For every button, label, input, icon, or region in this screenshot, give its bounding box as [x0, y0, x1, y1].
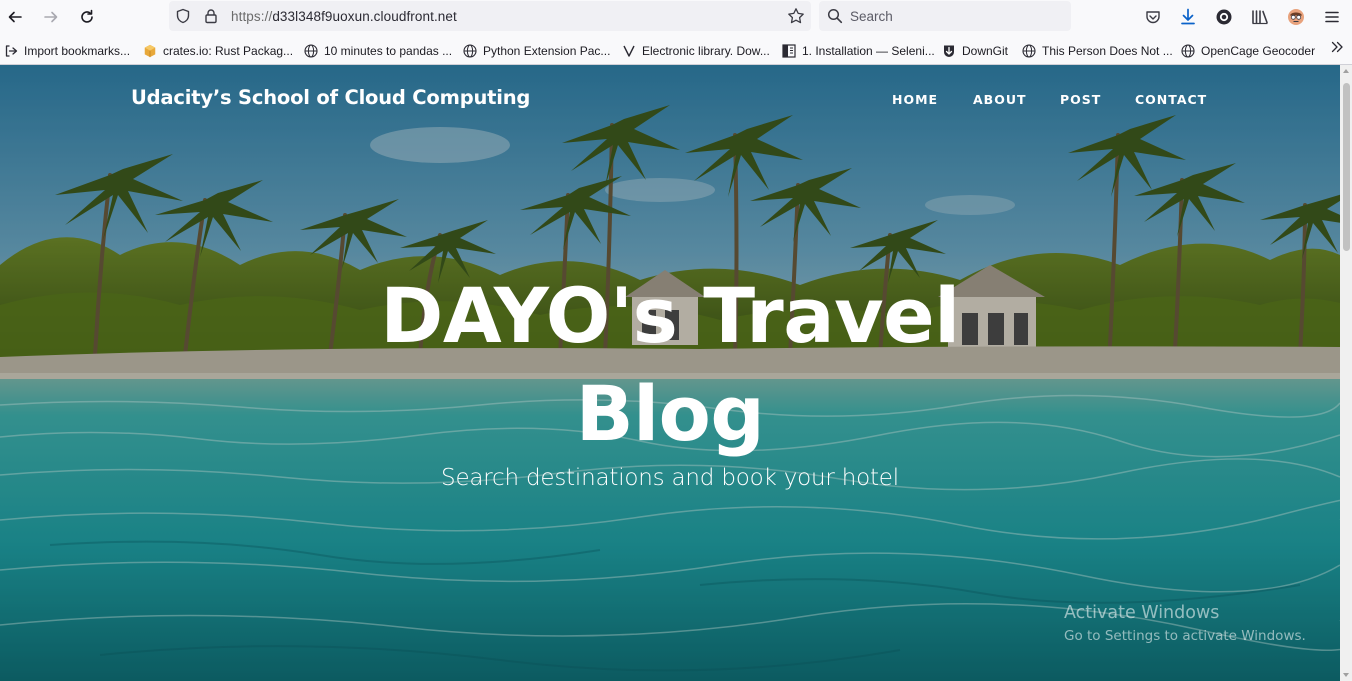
site-brand-link[interactable]: Udacity’s School of Cloud Computing: [131, 86, 530, 109]
bookmark-label: This Person Does Not ...: [1042, 43, 1173, 58]
page-viewport: Udacity’s School of Cloud Computing HOME…: [0, 65, 1340, 681]
page-heading-line2: Blog: [575, 369, 765, 458]
lock-icon[interactable]: [204, 8, 218, 24]
nav-post-link[interactable]: POST: [1060, 92, 1101, 107]
bookmark-label: crates.io: Rust Packag...: [163, 43, 294, 58]
forward-button[interactable]: [38, 4, 64, 30]
bookmark-item[interactable]: This Person Does Not ...: [1022, 42, 1173, 59]
forward-icon: [44, 11, 58, 23]
hero-header: Udacity’s School of Cloud Computing HOME…: [0, 65, 1340, 681]
menu-icon: [1325, 11, 1339, 23]
bookmark-item[interactable]: 10 minutes to pandas ...: [304, 42, 452, 59]
url-scheme: https://: [231, 9, 273, 24]
profile-button[interactable]: [1284, 5, 1308, 29]
download-icon: [1181, 8, 1195, 25]
search-icon: [827, 8, 843, 24]
activate-windows-hint: Go to Settings to activate Windows.: [1064, 628, 1306, 644]
scroll-up-arrow-icon[interactable]: [1343, 69, 1349, 73]
activate-windows-title: Activate Windows: [1064, 603, 1220, 623]
back-icon: [8, 11, 22, 23]
pocket-button[interactable]: [1141, 5, 1165, 29]
bookmark-item[interactable]: crates.io: Rust Packag...: [143, 42, 293, 59]
bookmark-label: Import bookmarks...: [24, 43, 131, 58]
url-host: d33l348f9uoxun.cloudfront.net: [272, 9, 457, 24]
bookmark-item[interactable]: 1. Installation — Seleni...: [782, 42, 935, 59]
downgit-icon: [942, 44, 956, 58]
bookmark-item[interactable]: DownGit: [942, 42, 1008, 59]
page-subheading: Search destinations and book your hotel: [441, 465, 899, 491]
nav-about-link[interactable]: ABOUT: [973, 92, 1027, 107]
browser-toolbar: https://d33l348f9uoxun.cloudfront.net Se…: [0, 0, 1352, 35]
app-menu-button[interactable]: [1320, 5, 1344, 29]
bookmark-label: 10 minutes to pandas ...: [324, 43, 453, 58]
globe-icon: [1181, 43, 1195, 58]
extension-button[interactable]: [1212, 5, 1236, 29]
zlib-icon: [622, 44, 636, 58]
downloads-button[interactable]: [1176, 5, 1200, 29]
chevron-double-right-icon: [1331, 41, 1343, 53]
scroll-down-arrow-icon[interactable]: [1343, 673, 1349, 677]
reload-icon: [81, 9, 93, 23]
search-placeholder: Search: [850, 9, 893, 24]
globe-icon: [463, 43, 477, 58]
bookmark-label: DownGit: [962, 43, 1009, 58]
bookmark-star-icon[interactable]: [787, 7, 805, 25]
crates-icon: [143, 44, 157, 58]
bookmark-item[interactable]: Electronic library. Dow...: [622, 42, 770, 59]
shield-icon[interactable]: [175, 8, 191, 24]
search-bar[interactable]: Search: [819, 1, 1071, 31]
scrollbar-thumb[interactable]: [1343, 83, 1350, 251]
globe-icon: [304, 43, 318, 58]
library-button[interactable]: [1248, 5, 1272, 29]
page-scrollbar[interactable]: [1340, 65, 1352, 681]
pocket-icon: [1146, 11, 1160, 24]
globe-icon: [1022, 43, 1036, 58]
bookmark-item[interactable]: OpenCage Geocoder: [1181, 42, 1315, 59]
profile-icon: [1288, 9, 1304, 25]
bookmark-label: OpenCage Geocoder: [1201, 43, 1316, 58]
import-icon: [4, 44, 18, 58]
bookmark-label: 1. Installation — Seleni...: [802, 43, 935, 58]
bookmark-label: Python Extension Pac...: [483, 43, 611, 58]
reload-button[interactable]: [74, 4, 100, 30]
bookmark-label: Electronic library. Dow...: [642, 43, 770, 58]
more-bookmarks-button[interactable]: [1330, 40, 1344, 59]
extension-icon: [1216, 9, 1232, 25]
bookmarks-toolbar: Import bookmarks... crates.io: Rust Pack…: [0, 35, 1352, 65]
url-bar[interactable]: https://d33l348f9uoxun.cloudfront.net: [169, 1, 811, 31]
back-button[interactable]: [2, 4, 28, 30]
bookmark-item[interactable]: Import bookmarks...: [4, 42, 130, 59]
nav-home-link[interactable]: HOME: [892, 92, 938, 107]
bookmark-item[interactable]: Python Extension Pac...: [463, 42, 610, 59]
page-heading-line1: DAYO's Travel: [380, 271, 960, 360]
url-text[interactable]: https://d33l348f9uoxun.cloudfront.net: [231, 9, 457, 24]
library-icon: [1252, 10, 1268, 25]
docs-icon: [782, 43, 796, 58]
nav-contact-link[interactable]: CONTACT: [1135, 92, 1207, 107]
